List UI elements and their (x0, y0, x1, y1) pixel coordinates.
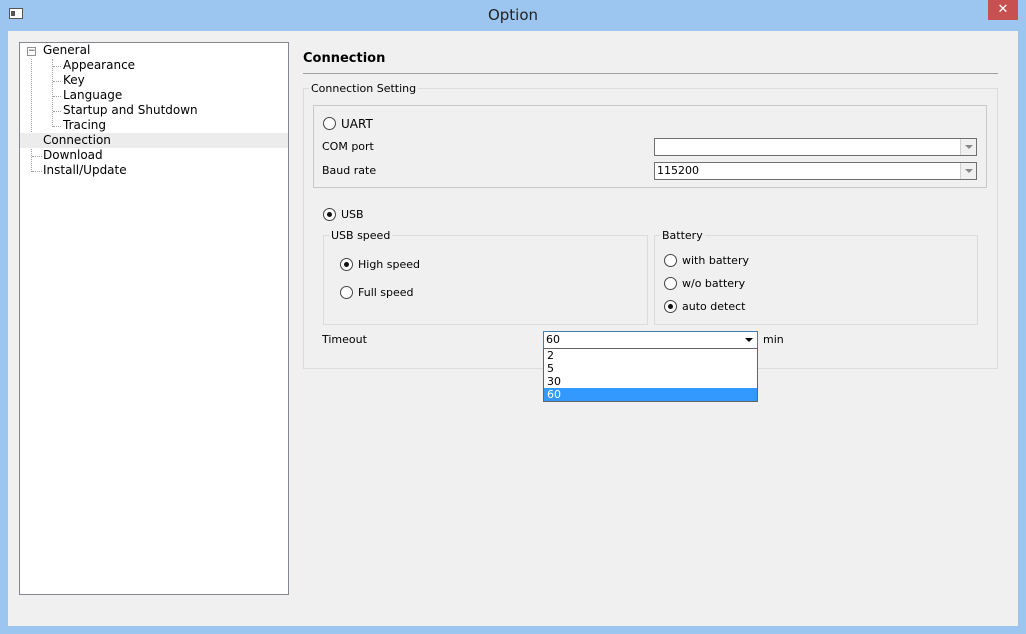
with-battery-label: with battery (682, 254, 749, 267)
tree-guide-line (53, 96, 61, 97)
tree-item-appearance[interactable]: Appearance (63, 58, 135, 73)
battery-label: Battery (660, 229, 705, 242)
baud-rate-select[interactable]: 115200 (654, 162, 977, 180)
tree-item-label: Language (63, 88, 123, 102)
high-speed-label: High speed (358, 258, 421, 271)
tree-item-connection[interactable]: Connection (20, 133, 288, 148)
tree-guide-line (53, 81, 61, 82)
auto-detect-radio[interactable] (664, 300, 677, 313)
tree-item-tracing[interactable]: Tracing (63, 118, 106, 133)
uart-radio[interactable] (323, 117, 336, 130)
tree-guide-line (53, 126, 61, 127)
timeout-option[interactable]: 5 (544, 362, 757, 375)
tree-item-label: Startup and Shutdown (63, 103, 198, 117)
settings-tree[interactable]: − General Appearance Key Language Startu… (19, 42, 289, 595)
window-title: Option (487, 6, 539, 24)
connection-setting-label: Connection Setting (309, 82, 419, 95)
tree-item-label: Download (43, 148, 103, 162)
tree-guide-line (52, 59, 53, 127)
window-frame-bottom (0, 626, 1026, 634)
usb-label: USB (341, 208, 364, 221)
title-divider (303, 73, 998, 74)
timeout-option-selected[interactable]: 60 (544, 388, 757, 401)
full-speed-radio[interactable] (340, 286, 353, 299)
com-port-select[interactable] (654, 138, 977, 156)
without-battery-radio[interactable] (664, 277, 677, 290)
chevron-down-icon[interactable] (960, 139, 976, 155)
tree-item-general[interactable]: General (43, 43, 90, 58)
window-frame-right (1018, 31, 1026, 634)
baud-rate-label: Baud rate (322, 164, 377, 177)
tree-guide-line (53, 66, 61, 67)
timeout-select[interactable]: 60 (543, 331, 758, 349)
chevron-down-icon[interactable] (741, 332, 757, 348)
baud-rate-value: 115200 (657, 164, 699, 177)
chevron-down-icon[interactable] (960, 163, 976, 179)
page-title: Connection (303, 51, 386, 66)
tree-item-language[interactable]: Language (63, 88, 122, 103)
timeout-option[interactable]: 2 (544, 349, 757, 362)
tree-guide-line (32, 156, 42, 157)
timeout-option[interactable]: 30 (544, 375, 757, 388)
tree-item-install-update[interactable]: Install/Update (43, 163, 127, 178)
auto-detect-label: auto detect (682, 300, 746, 313)
close-button[interactable]: ✕ (988, 0, 1018, 20)
com-port-label: COM port (322, 140, 374, 153)
option-window: Option ✕ − General Appearance Key Langua… (0, 0, 1026, 634)
tree-item-label: Key (63, 73, 85, 87)
tree-item-startup-shutdown[interactable]: Startup and Shutdown (63, 103, 198, 118)
close-icon: ✕ (997, 2, 1009, 17)
tree-item-label: Install/Update (43, 163, 127, 177)
tree-item-download[interactable]: Download (43, 148, 103, 163)
high-speed-radio[interactable] (340, 258, 353, 271)
timeout-label: Timeout (322, 333, 367, 346)
title-bar[interactable]: Option ✕ (0, 0, 1026, 31)
timeout-unit: min (763, 333, 784, 346)
window-frame-left (0, 31, 8, 634)
usb-speed-label: USB speed (329, 229, 393, 242)
full-speed-label: Full speed (358, 286, 414, 299)
tree-item-label: Connection (43, 133, 111, 147)
tree-item-label: Appearance (63, 58, 136, 72)
usb-radio[interactable] (323, 208, 336, 221)
tree-item-label: General (43, 43, 91, 57)
tree-guide-line (53, 111, 61, 112)
without-battery-label: w/o battery (682, 277, 746, 290)
tree-item-key[interactable]: Key (63, 73, 85, 88)
with-battery-radio[interactable] (664, 254, 677, 267)
uart-label: UART (341, 117, 373, 131)
minus-box-icon[interactable]: − (27, 47, 36, 56)
timeout-dropdown-list[interactable]: 2 5 30 60 (543, 348, 758, 402)
tree-guide-line (32, 171, 42, 172)
tree-item-label: Tracing (63, 118, 107, 132)
timeout-value: 60 (546, 333, 560, 346)
usb-speed-group (323, 235, 648, 325)
